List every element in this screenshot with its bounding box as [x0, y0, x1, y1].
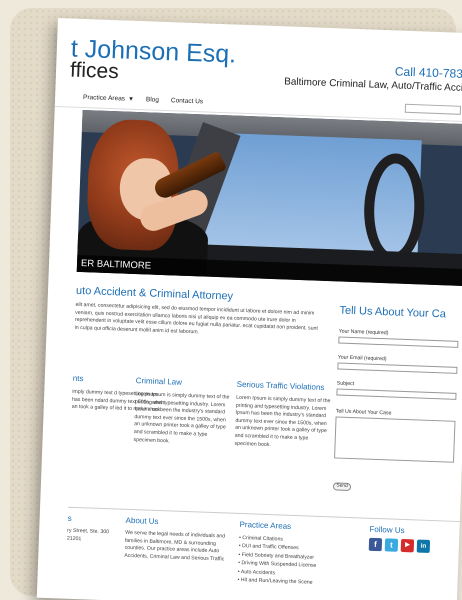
- footer-about-text: We serve the legal needs of individuals …: [124, 529, 226, 563]
- footer-practice-list: Criminal Citations DUI and Traffic Offen…: [237, 534, 317, 587]
- practice-column-criminal-law: Criminal Law Lorem Ipsum is simply dummy…: [133, 376, 230, 448]
- send-button[interactable]: Send: [332, 482, 352, 492]
- hero-banner: ER BALTIMORE: [76, 109, 462, 287]
- email-label: Your Email (required): [337, 354, 387, 363]
- case-label: Tell Us About Your Case: [335, 408, 392, 417]
- subject-field[interactable]: [336, 388, 457, 400]
- twitter-icon[interactable]: t: [384, 538, 399, 552]
- search-input[interactable]: [404, 103, 462, 115]
- site-subtitle: ffices: [69, 58, 120, 84]
- youtube-icon[interactable]: ▶: [400, 538, 415, 553]
- intro-text: elit amet, consectetur adipisicing elit,…: [74, 301, 319, 336]
- social-links: f t ▶ in: [368, 537, 431, 553]
- nav-practice-areas-label: Practice Areas: [82, 93, 126, 103]
- nav-contact-us[interactable]: Contact Us: [171, 97, 203, 105]
- column-traffic-text: Lorem Ipsum is simply dummy text of the …: [234, 394, 331, 448]
- linkedin-icon[interactable]: in: [416, 539, 431, 553]
- website-screenshot-card: t Johnson Esq. ffices Call 410-783-99 Ba…: [36, 18, 462, 600]
- column-criminal-law-text: Lorem Ipsum is simply dummy text of the …: [133, 391, 230, 444]
- subject-label: Subject: [336, 380, 355, 388]
- footer-address: ry Street, Ste. 300 21201: [66, 527, 110, 542]
- practice-column-traffic: Serious Traffic Violations Lorem Ipsum i…: [234, 380, 331, 452]
- column-criminal-law-title[interactable]: Criminal Law: [136, 376, 231, 388]
- footer-address-heading: s: [67, 513, 72, 523]
- footer-follow-heading: Follow Us: [369, 524, 405, 536]
- nav-practice-areas[interactable]: Practice Areas ▼: [83, 94, 134, 103]
- footer-practice-heading: Practice Areas: [239, 519, 292, 531]
- footer-practice-item[interactable]: Hit and Run/Leaving the Scene: [237, 576, 316, 587]
- phone-number[interactable]: Call 410-783-99: [395, 64, 462, 81]
- contact-form-title: Tell Us About Your Ca: [339, 304, 447, 321]
- name-field[interactable]: [338, 336, 459, 348]
- footer-about-heading: About Us: [125, 515, 159, 527]
- email-field[interactable]: [337, 362, 458, 374]
- name-label: Your Name (required): [338, 328, 389, 337]
- search-box: Se: [404, 103, 462, 116]
- nav-blog[interactable]: Blog: [146, 96, 159, 103]
- facebook-icon[interactable]: f: [368, 537, 383, 552]
- main-nav: Practice Areas ▼ Blog Contact Us: [83, 94, 203, 105]
- main-heading: uto Accident & Criminal Attorney: [75, 284, 234, 303]
- chevron-down-icon: ▼: [127, 96, 135, 103]
- column-traffic-title[interactable]: Serious Traffic Violations: [237, 380, 332, 392]
- case-textarea[interactable]: [334, 416, 456, 463]
